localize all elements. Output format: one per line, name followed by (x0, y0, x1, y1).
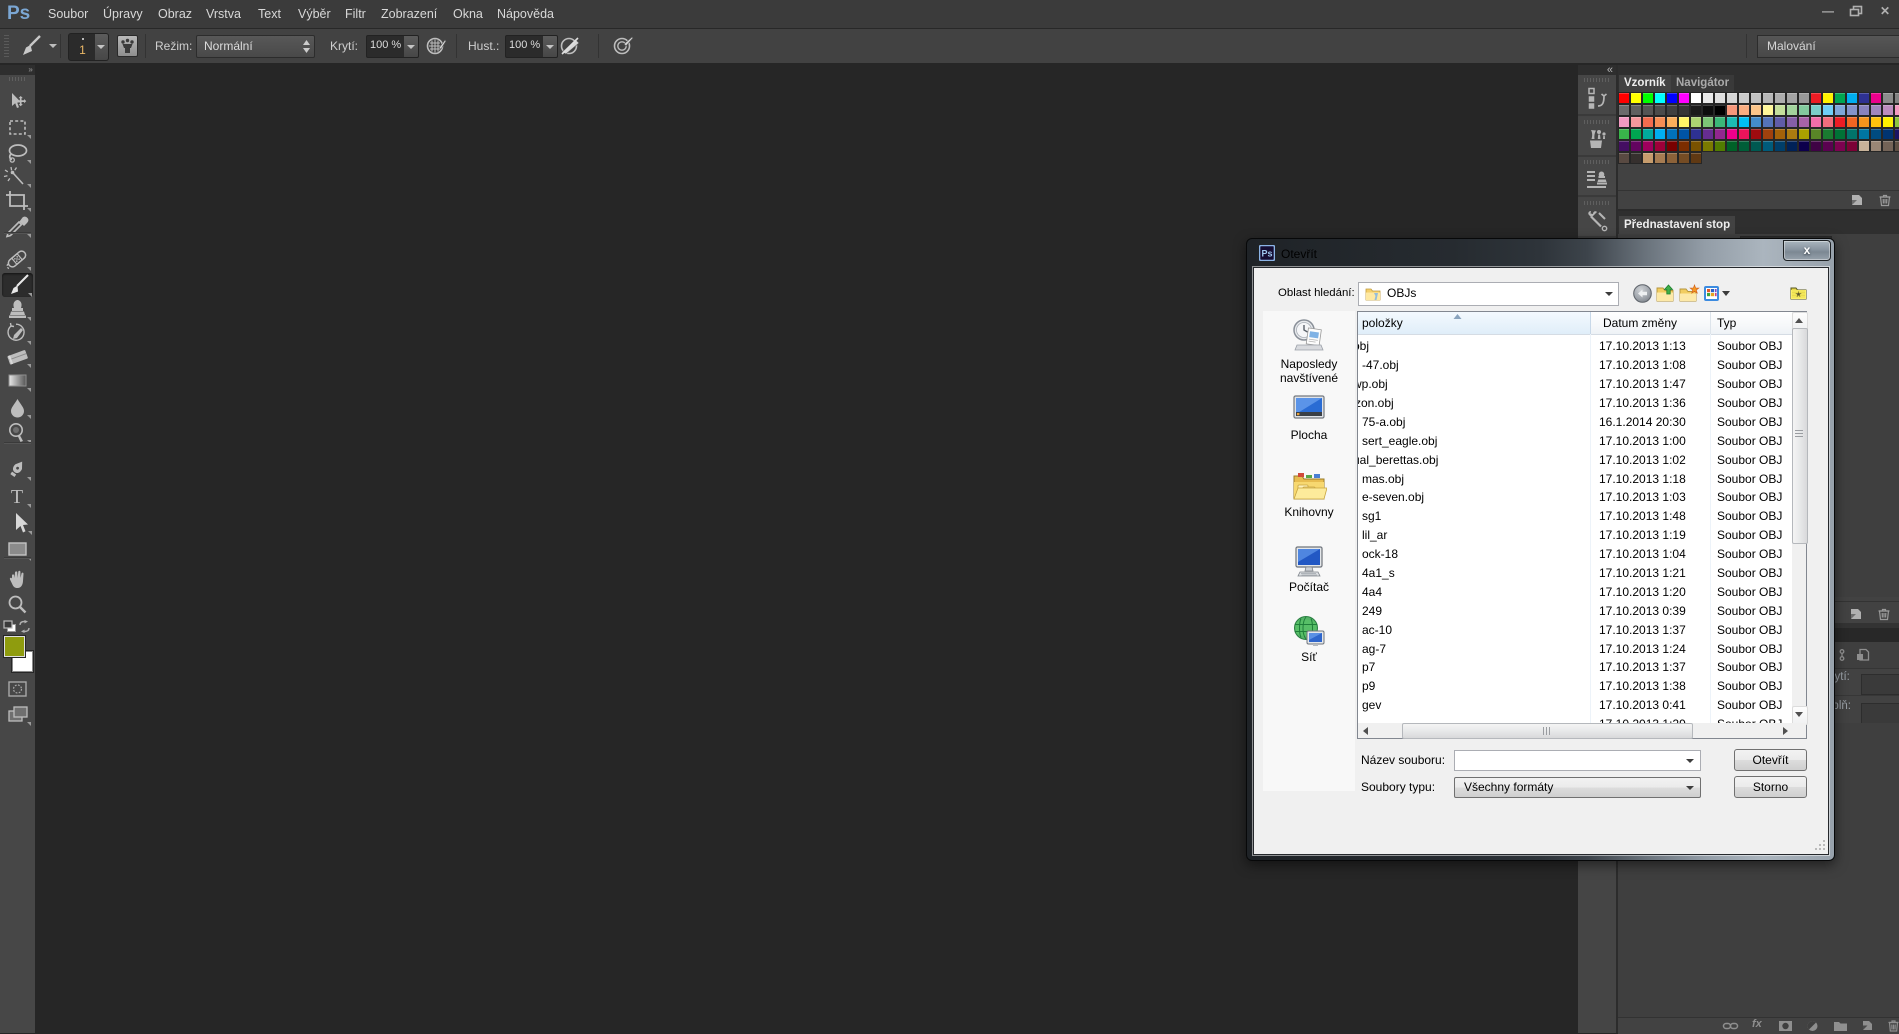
svg-text:Ps: Ps (1261, 249, 1272, 259)
svg-text:T: T (11, 486, 23, 508)
